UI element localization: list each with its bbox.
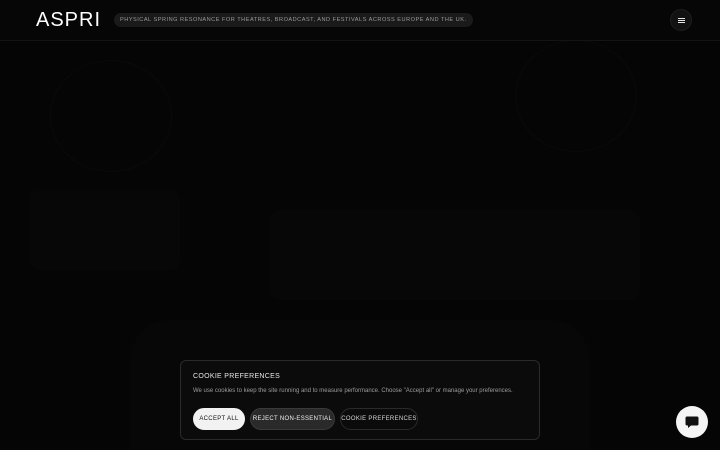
menu-button[interactable] [670,9,692,31]
background-decoration-panel [30,190,180,270]
cookie-preferences-button[interactable]: COOKIE PREFERENCES [340,408,418,430]
cookie-banner-title: COOKIE PREFERENCES [193,373,281,380]
tagline-pill: PHYSICAL SPRING RESONANCE FOR THEATRES, … [114,13,473,27]
background-decoration-ring [50,60,172,172]
reject-non-essential-button[interactable]: REJECT NON-ESSENTIAL [250,408,335,430]
site-header: ASPRI PHYSICAL SPRING RESONANCE FOR THEA… [0,0,720,41]
cookie-banner: COOKIE PREFERENCES We use cookies to kee… [180,360,540,440]
cookie-banner-text: We use cookies to keep the site running … [193,388,513,394]
background-decoration-ring [515,40,637,152]
background-decoration-panel [270,210,640,300]
logo-text: ASPRI [36,9,102,31]
site-logo[interactable]: ASPRI [36,9,101,31]
chat-button[interactable] [676,406,708,438]
page: ASPRI PHYSICAL SPRING RESONANCE FOR THEA… [0,0,720,450]
accept-all-button[interactable]: ACCEPT ALL [193,408,245,430]
